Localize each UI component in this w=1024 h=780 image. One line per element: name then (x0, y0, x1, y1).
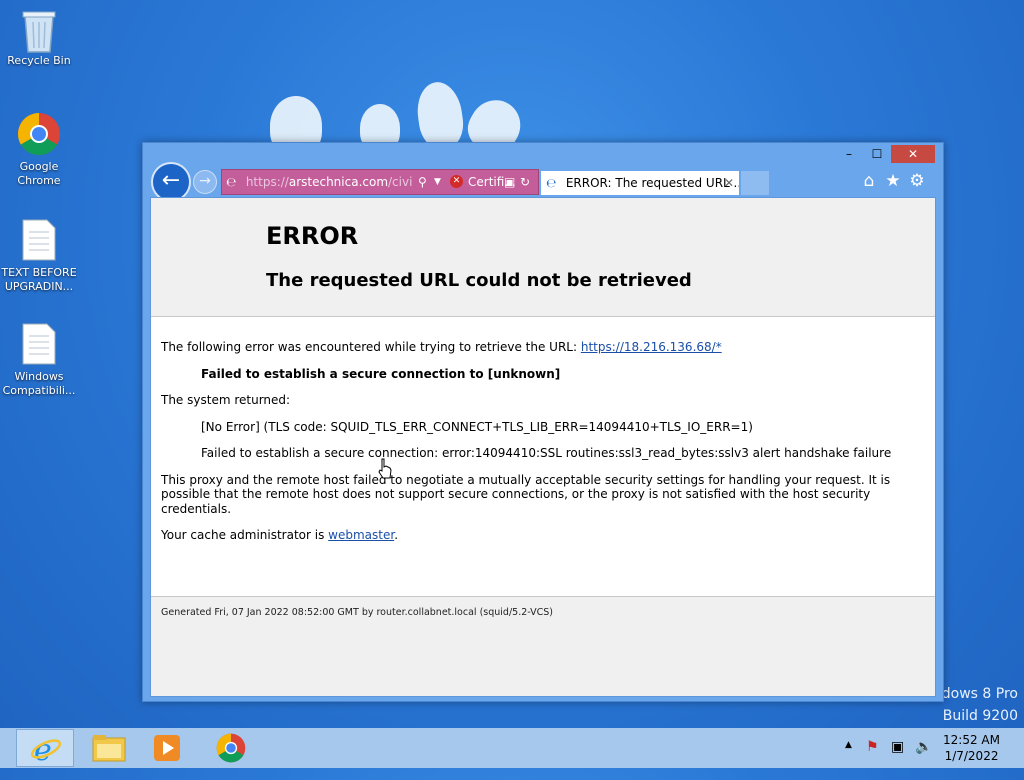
desktop-icon-recycle-bin[interactable]: Recycle Bin (0, 6, 78, 68)
chrome-icon (17, 112, 61, 156)
close-button[interactable]: ✕ (891, 145, 935, 163)
tls-error-code: [No Error] (TLS code: SQUID_TLS_ERR_CONN… (201, 419, 753, 434)
hand-cursor-icon (378, 458, 392, 479)
internet-explorer-icon: e (30, 733, 62, 768)
desktop-icon-label: TEXT BEFORE UPGRADIN... (1, 266, 77, 293)
recycle-bin-icon (17, 6, 61, 53)
ie-page-icon: ℮ (226, 175, 237, 189)
volume-muted-icon[interactable]: 🔈 (915, 739, 932, 779)
chrome-icon (216, 733, 246, 763)
windows-watermark: ndows 8 Pro Build 9200 (933, 686, 1018, 724)
page-content: ERROR The requested URL could not be ret… (150, 197, 936, 697)
back-arrow-icon: ← (161, 168, 181, 193)
clock-date: 1/7/2022 (944, 749, 999, 763)
favorites-star-icon[interactable]: ★ (883, 171, 903, 191)
system-returned-label: The system returned: (161, 393, 291, 407)
error-header: ERROR The requested URL could not be ret… (151, 198, 935, 317)
folder-icon (92, 735, 126, 762)
action-center-flag-icon[interactable]: ⚑ (866, 739, 879, 779)
webmaster-link[interactable]: webmaster (328, 528, 394, 542)
minimize-button[interactable]: – (835, 145, 863, 163)
desktop-icon-text-file[interactable]: TEXT BEFORE UPGRADIN... (0, 218, 78, 294)
desktop-icon-label: Windows Compatibili... (2, 370, 76, 397)
url-host: arstechnica.com (288, 175, 389, 189)
footer-generated-text: Generated Fri, 07 Jan 2022 08:52:00 GMT … (161, 607, 553, 618)
browser-window: – ☐ ✕ ← → ℮ https://arstechnica.com/civi… (142, 142, 944, 702)
search-icon[interactable]: ⚲ (418, 170, 427, 194)
admin-prefix: Your cache administrator is (161, 528, 329, 542)
ie-page-icon: ℮ (546, 176, 557, 190)
svg-text:e: e (34, 733, 52, 766)
page-footer: Generated Fri, 07 Jan 2022 08:52:00 GMT … (151, 596, 935, 696)
desktop-icon-windows-compat[interactable]: Windows Compatibili... (0, 322, 78, 398)
watermark-build: Build 9200 (942, 708, 1018, 724)
system-clock[interactable]: 12:52 AM 1/7/2022 (943, 732, 1000, 764)
refresh-icon[interactable]: ↻ (520, 170, 530, 194)
certificate-error-icon[interactable]: ✕ (450, 175, 463, 188)
dropdown-icon[interactable]: ▼ (434, 170, 441, 194)
taskbar-media-player[interactable] (138, 729, 196, 767)
ssl-error-detail: Failed to establish a secure connection:… (201, 446, 892, 460)
forward-button[interactable]: → (193, 170, 217, 194)
home-icon[interactable]: ⌂ (859, 171, 879, 191)
page-subtitle: The requested URL could not be retrieved (266, 270, 692, 291)
compatibility-view-icon[interactable]: ▣ (504, 170, 515, 194)
desktop-icon-label: Google Chrome (17, 160, 61, 187)
text-document-icon (17, 322, 61, 366)
admin-paragraph: Your cache administrator is webmaster. (161, 528, 921, 543)
clock-time: 12:52 AM (943, 733, 1000, 747)
address-bar[interactable]: ℮ https://arstechnica.com/civi ⚲ ▼ ✕ Cer… (221, 169, 539, 195)
tab-title: ERROR: The requested URL ... (565, 176, 739, 190)
forward-arrow-icon: → (199, 173, 211, 189)
wallpaper-petal (413, 79, 467, 151)
requested-url-link[interactable]: https://18.216.136.68/* (581, 340, 722, 354)
explanation-paragraph: This proxy and the remote host failed to… (161, 472, 891, 516)
url-scheme: https:// (245, 175, 289, 189)
maximize-button[interactable]: ☐ (863, 145, 891, 163)
taskbar: e ▲ ⚑ ▣ 🔈 12:52 AM 1/7/2022 (0, 728, 1024, 768)
url-rest: /civi (388, 175, 413, 189)
text-document-icon (17, 218, 61, 262)
taskbar-file-explorer[interactable] (80, 729, 138, 767)
settings-gear-icon[interactable]: ⚙ (907, 171, 927, 191)
watermark-edition: ndows 8 Pro (932, 686, 1018, 702)
admin-suffix: . (394, 528, 399, 542)
failed-message: Failed to establish a secure connection … (201, 366, 561, 381)
error-body: The following error was encountered whil… (161, 340, 921, 555)
page-title: ERROR (266, 222, 359, 250)
tray-show-hidden-icon[interactable]: ▲ (845, 740, 852, 780)
tab-close-icon[interactable]: ✕ (724, 171, 734, 195)
intro-paragraph: The following error was encountered whil… (161, 340, 921, 355)
taskbar-internet-explorer[interactable]: e (16, 729, 74, 768)
intro-text: The following error was encountered whil… (161, 340, 581, 354)
desktop-icon-label: Recycle Bin (7, 54, 71, 67)
back-button[interactable]: ← (151, 162, 191, 202)
desktop-icon-google-chrome[interactable]: Google Chrome (0, 112, 78, 188)
taskbar-google-chrome[interactable] (202, 729, 260, 767)
network-icon[interactable]: ▣ (891, 739, 904, 779)
new-tab-button[interactable] (741, 171, 769, 195)
tab-error[interactable]: ℮ ERROR: The requested URL ... ✕ (541, 171, 739, 195)
media-player-icon (154, 735, 180, 761)
